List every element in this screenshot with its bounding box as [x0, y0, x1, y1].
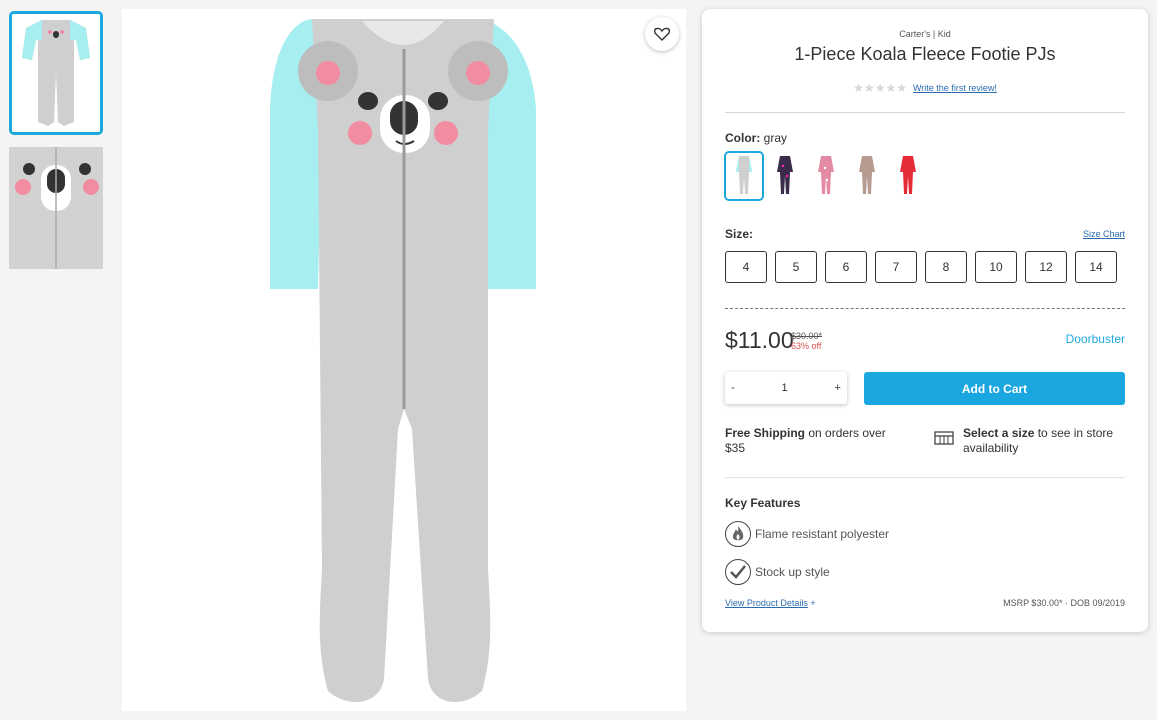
color-label-text: Color:	[725, 131, 761, 145]
swatch-mauve-image	[859, 156, 875, 194]
key-features-title: Key Features	[725, 496, 801, 510]
original-price: $30.00*	[791, 331, 823, 341]
star-rating-icon: ★★★★★	[853, 81, 907, 95]
size-option[interactable]: 14	[1075, 251, 1117, 283]
write-review-link[interactable]: Write the first review!	[913, 83, 997, 93]
thumbnail-closeup[interactable]	[9, 147, 103, 269]
divider	[725, 477, 1125, 478]
size-option[interactable]: 5	[775, 251, 817, 283]
product-page: Carter's | Kid 1-Piece Koala Fleece Foot…	[0, 0, 1157, 720]
product-title: 1-Piece Koala Fleece Footie PJs	[794, 44, 1056, 64]
main-product-image[interactable]	[122, 9, 686, 711]
select-size-bold[interactable]: Select a size	[963, 426, 1034, 440]
size-options: 4 5 6 7 8 10 12 14	[725, 251, 1117, 283]
swatch-navy-print-image	[777, 156, 793, 194]
flame-icon	[725, 521, 751, 547]
quantity-input[interactable]: 1	[782, 382, 788, 394]
swatch-navy-print[interactable]	[765, 151, 805, 201]
swatch-gray-image	[736, 156, 752, 194]
swatch-mauve[interactable]	[847, 151, 887, 201]
divider	[725, 112, 1125, 113]
size-option[interactable]: 12	[1025, 251, 1067, 283]
thumbnail-image	[12, 14, 100, 132]
color-swatches	[724, 151, 928, 201]
store-icon	[934, 431, 954, 445]
sale-price: $11.00	[725, 327, 794, 353]
view-product-details-text[interactable]: View Product Details	[725, 598, 808, 608]
color-label: Color: gray	[725, 131, 787, 145]
size-option[interactable]: 6	[825, 251, 867, 283]
add-to-cart-button[interactable]: Add to Cart	[864, 372, 1125, 405]
feature-item: Stock up style	[725, 559, 830, 585]
product-info-card: Carter's | Kid 1-Piece Koala Fleece Foot…	[702, 9, 1148, 632]
flame-icon-graphic	[732, 526, 744, 541]
swatch-red-image	[900, 156, 916, 194]
msrp-info: MSRP $30.00* · DOB 09/2019	[1003, 598, 1125, 608]
doorbuster-badge: Doorbuster	[1065, 332, 1125, 346]
checkmark-icon	[725, 559, 751, 585]
quantity-decrease-button[interactable]: -	[731, 382, 735, 394]
feature-label: Stock up style	[755, 565, 830, 579]
swatch-pink-print-image	[818, 156, 834, 194]
expand-plus-icon[interactable]: +	[810, 598, 815, 608]
thumbnail-closeup-image	[9, 147, 103, 269]
size-chart-link[interactable]: Size Chart	[1083, 229, 1125, 239]
free-shipping-bold: Free Shipping	[725, 426, 806, 440]
quantity-increase-button[interactable]: +	[835, 382, 841, 394]
size-label: Size:	[725, 227, 754, 241]
swatch-pink-print[interactable]	[806, 151, 846, 201]
swatch-red[interactable]	[888, 151, 928, 201]
favorite-button[interactable]	[645, 17, 679, 51]
brand-label[interactable]: Carter's | Kid	[702, 29, 1148, 39]
heart-icon	[654, 27, 670, 41]
size-option[interactable]: 4	[725, 251, 767, 283]
size-option[interactable]: 7	[875, 251, 917, 283]
view-product-details-link[interactable]: View Product Details +	[725, 598, 816, 608]
selected-color-value: gray	[763, 131, 788, 145]
rating-row: ★★★★★ Write the first review!	[702, 81, 1148, 95]
feature-item: Flame resistant polyester	[725, 521, 889, 547]
free-shipping-info: Free Shipping on orders over $35	[725, 426, 905, 456]
checkmark-icon-graphic	[730, 565, 746, 579]
dashed-divider	[725, 308, 1125, 309]
size-option[interactable]: 10	[975, 251, 1017, 283]
thumbnail-full-view[interactable]	[9, 11, 103, 135]
store-availability-info: Select a size to see in store availabili…	[963, 426, 1133, 456]
size-option[interactable]: 8	[925, 251, 967, 283]
discount-percent: 63% off	[791, 341, 822, 351]
pajama-illustration	[270, 19, 536, 703]
quantity-stepper: - 1 +	[725, 372, 847, 404]
swatch-gray[interactable]	[724, 151, 764, 201]
feature-label: Flame resistant polyester	[755, 527, 890, 541]
